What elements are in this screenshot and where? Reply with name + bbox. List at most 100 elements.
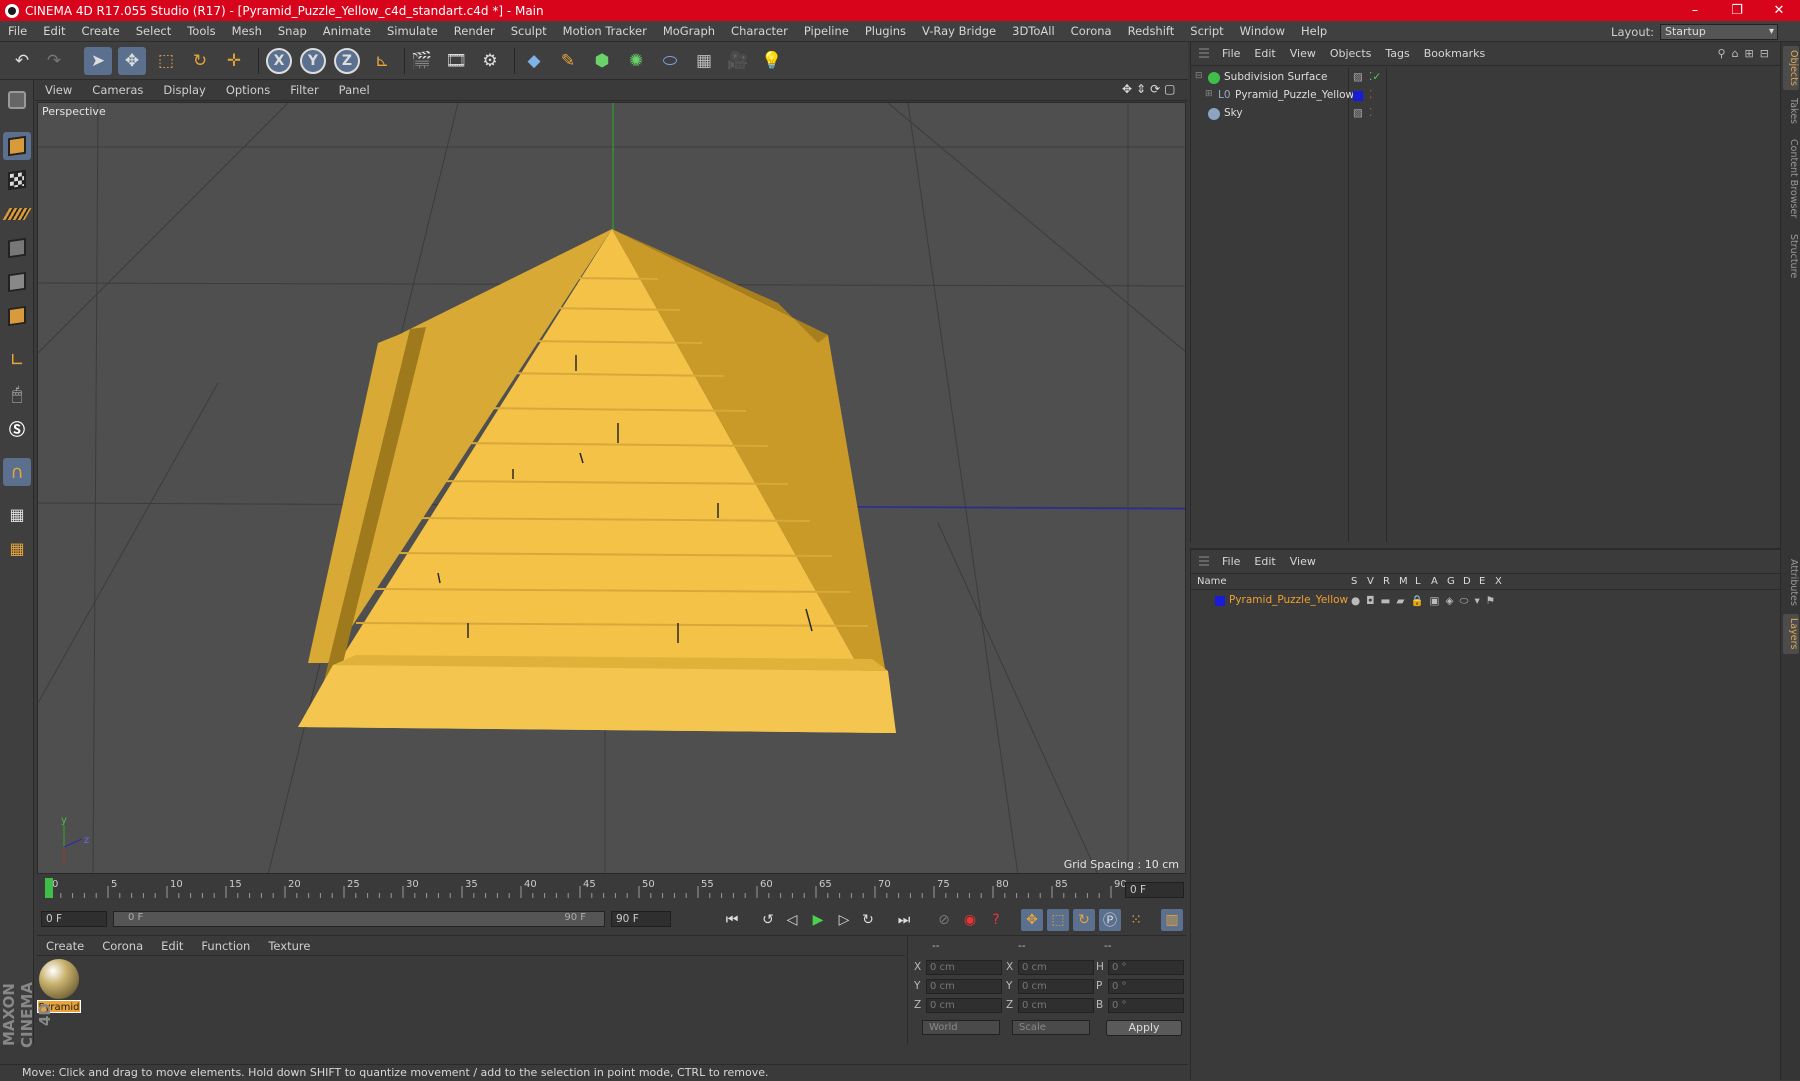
- cube-primitive-icon[interactable]: ◆: [520, 47, 548, 75]
- col-manager[interactable]: M: [1399, 576, 1408, 587]
- material-menu-texture[interactable]: Texture: [259, 939, 319, 953]
- render-picture-viewer-icon[interactable]: 🎞: [442, 47, 470, 75]
- goto-end-icon[interactable]: ⏭: [893, 909, 915, 931]
- workplane-lock-icon[interactable]: ▦: [3, 500, 31, 528]
- magnet-snapping-icon[interactable]: ∩: [3, 458, 31, 486]
- model-mode-icon[interactable]: [3, 132, 31, 160]
- axis-mode-icon[interactable]: ∟: [3, 346, 31, 374]
- viewport-menu-display[interactable]: Display: [153, 83, 215, 97]
- redo-icon[interactable]: ↷: [40, 47, 68, 75]
- menu-sculpt[interactable]: Sculpt: [503, 24, 555, 38]
- object-row-sky[interactable]: Sky ▨ ⁚: [1191, 105, 1781, 123]
- select-arrow-icon[interactable]: ➤: [84, 47, 112, 75]
- deformer-icon[interactable]: ⬭: [656, 47, 684, 75]
- menu-snap[interactable]: Snap: [270, 24, 315, 38]
- previous-frame-icon[interactable]: ◁: [781, 909, 803, 931]
- layer-color-swatch[interactable]: ▨: [1353, 71, 1363, 83]
- coord-pos-y-field[interactable]: 0 cm: [926, 979, 1002, 994]
- next-key-icon[interactable]: ↻: [857, 909, 879, 931]
- next-frame-icon[interactable]: ▷: [833, 909, 855, 931]
- visibility-dots-icon[interactable]: ⁚: [1369, 107, 1372, 119]
- end-frame-field[interactable]: 90 F: [611, 911, 671, 927]
- objects-menu-bookmarks[interactable]: Bookmarks: [1417, 47, 1492, 60]
- snap-enable-icon[interactable]: Ⓢ: [3, 414, 31, 442]
- coord-size-y-field[interactable]: 0 cm: [1018, 979, 1094, 994]
- side-tab-takes[interactable]: Takes: [1783, 94, 1799, 128]
- texture-mode-icon[interactable]: [3, 166, 31, 194]
- visibility-dots-icon[interactable]: ⁚: [1369, 89, 1372, 101]
- col-view[interactable]: V: [1367, 576, 1374, 587]
- viewport-menu-cameras[interactable]: Cameras: [82, 83, 153, 97]
- viewport-menu-panel[interactable]: Panel: [329, 83, 380, 97]
- coord-pos-x-field[interactable]: 0 cm: [926, 960, 1002, 975]
- tweak-mode-icon[interactable]: 🖱: [3, 380, 31, 408]
- objects-menu-tags[interactable]: Tags: [1378, 47, 1416, 60]
- visibility-enabled-icon[interactable]: ⁚✓: [1369, 71, 1381, 83]
- move-tool-icon[interactable]: ✥: [118, 47, 146, 75]
- layer-row[interactable]: Pyramid_Puzzle_Yellow ●◘▬▰🔒▣◈⬭▾⚑: [1191, 592, 1781, 610]
- objects-menu-edit[interactable]: Edit: [1247, 47, 1282, 60]
- objects-menu-view[interactable]: View: [1283, 47, 1323, 60]
- close-button[interactable]: ✕: [1758, 0, 1800, 21]
- scale-tool-icon[interactable]: ⬚: [152, 47, 180, 75]
- layers-menu-view[interactable]: View: [1283, 555, 1323, 568]
- key-position-icon[interactable]: ✥: [1021, 909, 1043, 931]
- render-settings-icon[interactable]: ⚙: [476, 47, 504, 75]
- menu-motion-tracker[interactable]: Motion Tracker: [555, 24, 655, 38]
- pen-spline-icon[interactable]: ✎: [554, 47, 582, 75]
- object-row-subdivision[interactable]: ⊟ Subdivision Surface ▨ ⁚✓: [1191, 69, 1781, 87]
- menu-help[interactable]: Help: [1293, 24, 1335, 38]
- side-tab-objects[interactable]: Objects: [1783, 46, 1799, 90]
- menu-file[interactable]: File: [0, 24, 35, 38]
- floor-environment-icon[interactable]: ▦: [690, 47, 718, 75]
- mograph-cloner-icon[interactable]: ✺: [622, 47, 650, 75]
- col-name[interactable]: Name: [1197, 576, 1227, 587]
- playhead-marker[interactable]: [45, 878, 53, 898]
- col-animation[interactable]: A: [1431, 576, 1438, 587]
- coord-size-x-field[interactable]: 0 cm: [1018, 960, 1094, 975]
- menu-mesh[interactable]: Mesh: [224, 24, 270, 38]
- rotate-tool-icon[interactable]: ↻: [186, 47, 214, 75]
- menu-window[interactable]: Window: [1232, 24, 1293, 38]
- col-xref[interactable]: X: [1495, 576, 1502, 587]
- timeline-window-icon[interactable]: ▥: [1161, 909, 1183, 931]
- objects-menu-objects[interactable]: Objects: [1323, 47, 1379, 60]
- viewport-menu-view[interactable]: View: [35, 83, 82, 97]
- col-deformers[interactable]: D: [1463, 576, 1471, 587]
- maximize-button[interactable]: ❐: [1716, 0, 1758, 21]
- side-tab-content-browser[interactable]: Content Browser: [1783, 134, 1799, 224]
- key-scale-icon[interactable]: ⬚: [1047, 909, 1069, 931]
- x-axis-lock-button[interactable]: X: [266, 48, 292, 74]
- layer-toggle-icons[interactable]: ●◘▬▰🔒▣◈⬭▾⚑: [1351, 594, 1501, 608]
- z-axis-lock-button[interactable]: Z: [334, 48, 360, 74]
- col-solo[interactable]: S: [1351, 576, 1357, 587]
- minimize-button[interactable]: –: [1674, 0, 1716, 21]
- layers-menu-file[interactable]: File: [1215, 555, 1247, 568]
- menu-render[interactable]: Render: [446, 24, 503, 38]
- pyramid-puzzle-model[interactable]: [298, 229, 896, 733]
- frame-range-slider[interactable]: 0 F 90 F: [113, 911, 605, 927]
- record-keys-icon[interactable]: ◉: [959, 909, 981, 931]
- render-view-icon[interactable]: 🎬: [408, 47, 436, 75]
- layer-color-swatch[interactable]: ▨: [1353, 107, 1363, 119]
- coord-rot-h-field[interactable]: 0 °: [1108, 960, 1184, 975]
- side-tab-attributes[interactable]: Attributes: [1783, 552, 1799, 612]
- key-rotation-icon[interactable]: ↻: [1073, 909, 1095, 931]
- make-editable-icon[interactable]: [3, 86, 31, 114]
- expand-icon[interactable]: ⊞: [1205, 89, 1213, 99]
- objects-menu-file[interactable]: File: [1215, 47, 1247, 60]
- motion-record-icon[interactable]: ⊘: [933, 909, 955, 931]
- menu-corona[interactable]: Corona: [1063, 24, 1120, 38]
- side-tab-layers[interactable]: Layers: [1783, 614, 1799, 654]
- menu-pipeline[interactable]: Pipeline: [796, 24, 857, 38]
- polygons-mode-icon[interactable]: [3, 302, 31, 330]
- transform-tool-icon[interactable]: ✛: [220, 47, 248, 75]
- start-frame-field[interactable]: 0 F: [41, 911, 107, 927]
- coord-space-dropdown[interactable]: World: [922, 1020, 1000, 1035]
- layer-color-swatch[interactable]: [1353, 91, 1363, 101]
- timeline-ruler[interactable]: 0 5 10 15 20 25 30 35 40 45 50 55 60 65 70 75 80 85 90 0 F: [37, 876, 1186, 902]
- layers-menu-edit[interactable]: Edit: [1247, 555, 1282, 568]
- menu-vray-bridge[interactable]: V-Ray Bridge: [914, 24, 1004, 38]
- menu-edit[interactable]: Edit: [35, 24, 73, 38]
- menu-redshift[interactable]: Redshift: [1120, 24, 1183, 38]
